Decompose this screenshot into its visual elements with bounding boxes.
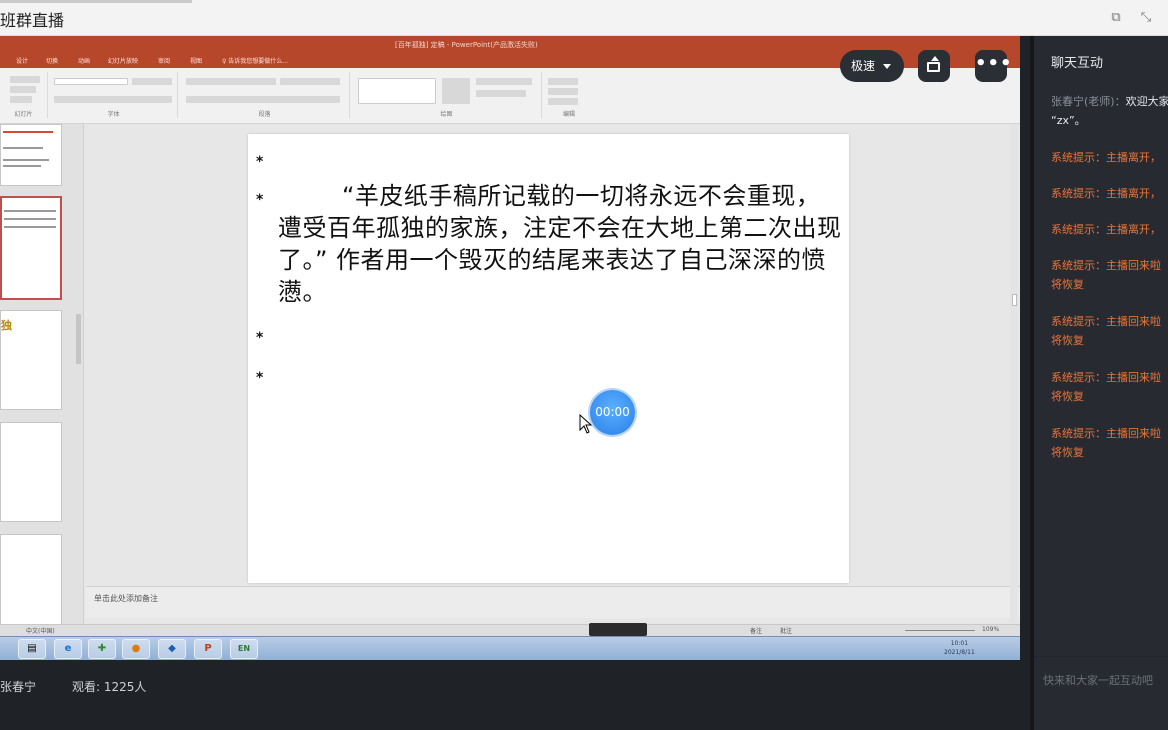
ppt-tab: 切换 <box>46 58 59 65</box>
status-zoom: 109% <box>982 626 1000 633</box>
powerpoint-icon: P <box>194 639 222 659</box>
system-message: 系统提示：主播回来啦 将恢复 <box>1051 371 1161 403</box>
system-message: 系统提示：主播回来啦 将恢复 <box>1051 259 1161 291</box>
notes-placeholder: 单击此处添加备注 <box>94 594 158 603</box>
ppt-caption: [百年孤独] 定稿 - PowerPoint(产品激活失败) <box>395 41 538 49</box>
chevron-down-icon <box>883 64 891 69</box>
ribbon-group-font: 字体 <box>50 72 178 118</box>
ppt-tab: 动画 <box>78 58 91 65</box>
system-message: 系统提示：主播离开， <box>1051 223 1161 236</box>
chat-input[interactable]: 快来和大家一起互动吧 <box>1034 656 1168 730</box>
live-video[interactable]: [百年孤独] 定稿 - PowerPoint(产品激活失败) 设计 切换 动画 … <box>0 36 1020 660</box>
slide-thumb-selected <box>0 196 62 300</box>
system-message: 系统提示：主播离开， <box>1051 151 1161 164</box>
slide-bullet: * <box>256 330 264 346</box>
rotate-screen-button[interactable] <box>918 50 950 82</box>
ppt-tab: 幻灯片放映 <box>108 58 139 65</box>
slide-bullet: * <box>256 154 264 170</box>
slide-thumb <box>0 422 62 522</box>
status-notes: 备注 <box>750 628 763 635</box>
host-name: 张春宁 <box>0 680 37 694</box>
presenter-mini-toolbar <box>589 623 647 636</box>
slide-thumb: 独 <box>0 310 62 410</box>
ribbon-group-slides: 幻灯片 <box>0 72 48 118</box>
system-message: 系统提示：主播离开， <box>1051 187 1161 200</box>
window-title: 班群直播 <box>0 11 65 30</box>
more-button[interactable]: ••• <box>975 50 1013 82</box>
slide-thumbnails: 独 <box>0 124 84 626</box>
slide-body-text: “羊皮纸手稿所记载的一切将永远不会重现，遭受百年孤独的家族，注定不会在大地上第二… <box>278 182 842 306</box>
viewer-count: 观看: 1225人 <box>72 680 147 694</box>
ppt-tab: ♀ 告诉我您想要做什么... <box>222 58 289 65</box>
cursor-icon <box>579 414 593 434</box>
language-icon: EN <box>230 639 258 659</box>
slide-scrollbar <box>1010 124 1018 624</box>
chat-title: 聊天互动 <box>1051 56 1104 71</box>
fullscreen-icon[interactable]: ⤡ <box>1138 10 1154 26</box>
titlebar-accent <box>0 0 192 3</box>
app-icon: ● <box>122 639 150 659</box>
notes-pane: 单击此处添加备注 <box>86 586 1020 618</box>
speed-select-button[interactable]: 极速 <box>840 50 904 82</box>
status-language: 中文(中国) <box>26 628 55 635</box>
folder-icon: ▤ <box>18 639 46 659</box>
windows-taskbar: ▤ e ✚ ● ◆ P EN 10:01 2021/8/11 <box>0 636 1020 660</box>
popout-icon[interactable]: ⧉ <box>1108 10 1124 26</box>
ribbon-group-editing: 编辑 <box>544 72 594 118</box>
live-info-bar: 张春宁 观看: 1225人 <box>0 660 1030 730</box>
slide-thumb <box>0 124 62 186</box>
ppt-workspace: 独 * * * * “羊皮纸手稿所记载的一切将永远不会重现，遭受百年孤独的家族，… <box>0 124 1020 626</box>
ppt-tab: 视图 <box>190 58 203 65</box>
ppt-tab: 设计 <box>16 58 29 65</box>
speed-label: 极速 <box>851 59 876 73</box>
thumb-title: 独 <box>1 319 12 332</box>
ribbon-group-paragraph: 段落 <box>180 72 350 118</box>
current-slide: * * * * “羊皮纸手稿所记载的一切将永远不会重现，遭受百年孤独的家族，注定… <box>248 134 849 583</box>
rotate-icon <box>931 56 939 61</box>
slide-bullet: * <box>256 370 264 386</box>
ie-icon: e <box>54 639 82 659</box>
chat-panel: 聊天互动 张春宁(老师)：欢迎大家 “zx”。 系统提示：主播离开， 系统提示：… <box>1030 36 1168 730</box>
app-icon: ✚ <box>88 639 116 659</box>
zoom-slider <box>905 630 975 631</box>
ppt-tab: 审阅 <box>158 58 171 65</box>
system-message: 系统提示：主播回来啦 将恢复 <box>1051 427 1161 459</box>
chat-message: 张春宁(老师)：欢迎大家 “zx”。 <box>1051 95 1168 127</box>
taskbar-clock: 10:01 2021/8/11 <box>944 640 975 656</box>
app-icon: ◆ <box>158 639 186 659</box>
timer-badge: 00:00 <box>590 390 635 435</box>
window-titlebar: 班群直播 ⧉ ⤡ <box>0 0 1168 36</box>
slide-thumb <box>0 534 62 626</box>
ppt-statusbar: 中文(中国) 备注 批注 109% <box>0 624 1020 636</box>
more-icon: ••• <box>975 53 1013 74</box>
thumb-scrollbar <box>76 314 81 364</box>
system-message: 系统提示：主播回来啦 将恢复 <box>1051 315 1161 347</box>
status-comments: 批注 <box>780 628 793 635</box>
ribbon-group-drawing: 绘图 <box>352 72 542 118</box>
slide-bullet: * <box>256 192 264 208</box>
chat-input-placeholder: 快来和大家一起互动吧 <box>1043 674 1153 687</box>
